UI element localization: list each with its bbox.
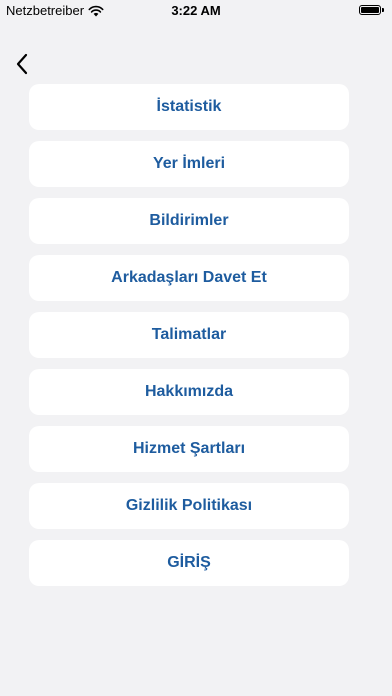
- back-button[interactable]: [10, 52, 34, 76]
- menu-item-notifications[interactable]: Bildirimler: [29, 198, 349, 244]
- status-time: 3:22 AM: [171, 3, 221, 18]
- menu-item-label: Yer İmleri: [152, 155, 226, 172]
- menu-item-invite-friends[interactable]: Arkadaşları Davet Et: [29, 255, 349, 301]
- chevron-left-icon: [16, 53, 28, 75]
- menu-item-label: İstatistik: [156, 98, 222, 115]
- menu-item-statistics[interactable]: İstatistik: [29, 84, 349, 130]
- menu-item-label: Hizmet Şartları: [132, 440, 246, 457]
- menu-item-login[interactable]: GİRİŞ: [29, 540, 349, 586]
- battery-icon: [359, 5, 384, 15]
- menu-item-label: GİRİŞ: [167, 554, 211, 571]
- menu-item-terms-of-service[interactable]: Hizmet Şartları: [29, 426, 349, 472]
- menu-list: İstatistik Yer İmleri Bildirimler Arkada…: [29, 84, 349, 586]
- menu-item-privacy-policy[interactable]: Gizlilik Politikası: [29, 483, 349, 529]
- menu-item-label: Arkadaşları Davet Et: [111, 269, 267, 286]
- menu-item-label: Gizlilik Politikası: [125, 497, 253, 514]
- menu-item-label: Hakkımızda: [144, 383, 234, 400]
- menu-item-about-us[interactable]: Hakkımızda: [29, 369, 349, 415]
- menu-item-label: Bildirimler: [149, 212, 229, 229]
- menu-item-instructions[interactable]: Talimatlar: [29, 312, 349, 358]
- menu-item-bookmarks[interactable]: Yer İmleri: [29, 141, 349, 187]
- status-bar: Netzbetreiber 3:22 AM: [0, 0, 392, 22]
- menu-item-label: Talimatlar: [151, 326, 227, 343]
